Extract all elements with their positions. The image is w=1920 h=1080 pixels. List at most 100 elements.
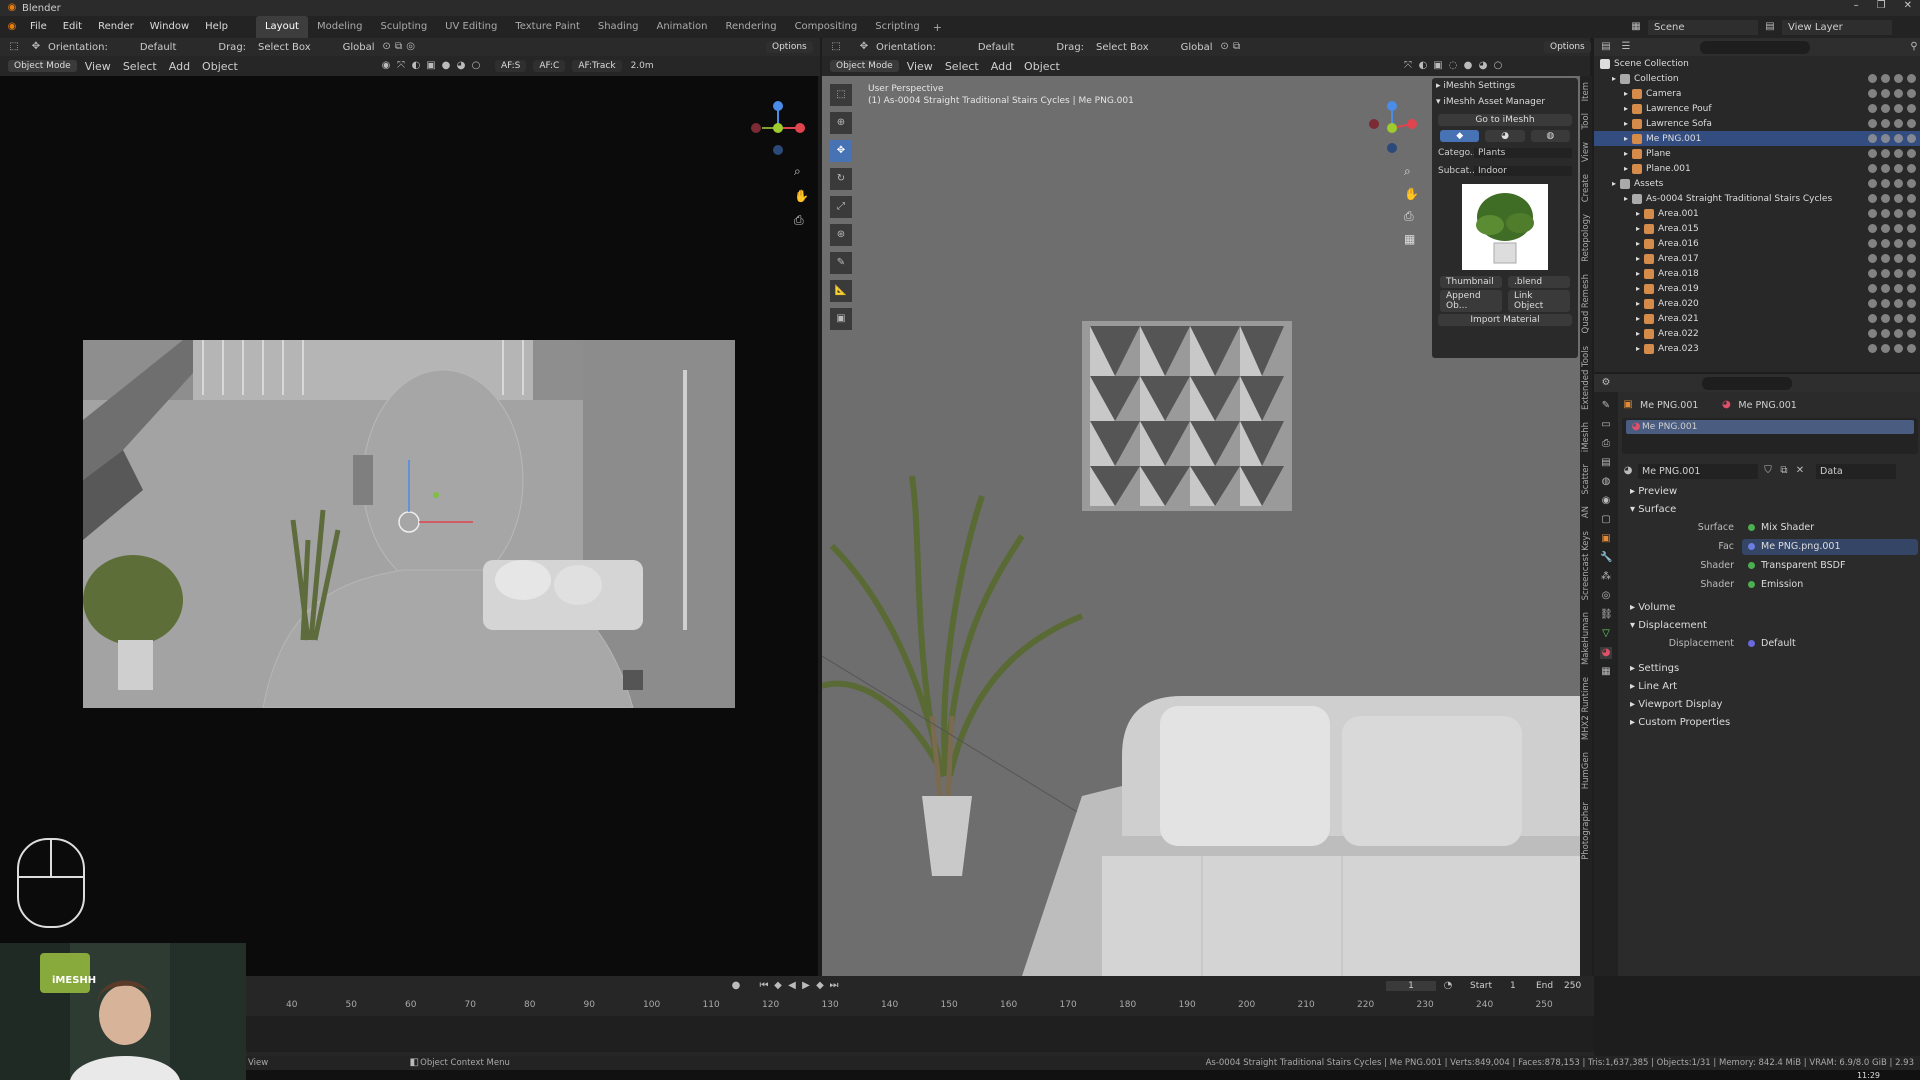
annotate-tool-icon[interactable]: ✎: [830, 252, 852, 274]
properties-editor-type-icon[interactable]: ⚙: [1600, 377, 1612, 389]
right-vp-menu-add[interactable]: Add: [985, 60, 1018, 73]
menu-window[interactable]: Window: [142, 16, 197, 38]
settings-section[interactable]: ▸ Settings: [1622, 659, 1918, 677]
xray-icon[interactable]: ▣: [425, 60, 437, 72]
particles-tab-icon[interactable]: ⁂: [1600, 571, 1612, 583]
expand-arrow-icon[interactable]: ▸: [1624, 194, 1628, 203]
jump-start-icon[interactable]: ⏮: [758, 980, 770, 992]
side-tab-an[interactable]: AN: [1581, 500, 1591, 524]
side-tab-mhx2-runtime[interactable]: MHX2 Runtime: [1581, 671, 1591, 746]
minimize-icon[interactable]: –: [1854, 0, 1859, 11]
record-icon[interactable]: ●: [730, 980, 742, 992]
outliner-row[interactable]: ▸ Area.015: [1594, 221, 1920, 236]
menu-help[interactable]: Help: [197, 16, 236, 38]
fac-field[interactable]: Me PNG.png.001: [1742, 538, 1918, 555]
right-mode-dropdown[interactable]: Object Mode: [830, 60, 899, 72]
visibility-toggles[interactable]: [1868, 224, 1916, 233]
left-3d-viewport[interactable]: ⌕ ✋ ⎙: [0, 76, 818, 976]
solid-shading-icon[interactable]: ●: [440, 60, 452, 72]
material-shading-icon[interactable]: ◕: [455, 60, 467, 72]
play-reverse-icon[interactable]: ◀: [786, 980, 798, 992]
expand-arrow-icon[interactable]: ▸: [1612, 179, 1616, 188]
transform-icon[interactable]: ✥: [30, 41, 42, 53]
outliner-row[interactable]: ▸ Area.016: [1594, 236, 1920, 251]
workspace-tab-texture-paint[interactable]: Texture Paint: [506, 16, 589, 38]
snap-icon-right[interactable]: ⧉: [1231, 41, 1243, 53]
world-tab-icon[interactable]: ◉: [1600, 495, 1612, 507]
expand-arrow-icon[interactable]: ▸: [1636, 209, 1640, 218]
outliner-row[interactable]: ▸ Plane: [1594, 146, 1920, 161]
right-3d-viewport[interactable]: User Perspective (1) As-0004 Straight Tr…: [822, 76, 1580, 976]
workspace-tab-shading[interactable]: Shading: [589, 16, 648, 38]
visibility-toggles[interactable]: [1868, 179, 1916, 188]
af-c-button[interactable]: AF:C: [533, 60, 566, 72]
outliner-row[interactable]: ▸ Area.017: [1594, 251, 1920, 266]
outliner-row[interactable]: ▸ Area.018: [1594, 266, 1920, 281]
timeline-ruler[interactable]: 40 50 60 70 80 90 100 110 120 130 140 150 160 170 180 1…: [246, 1000, 1594, 1014]
display-mode-icon[interactable]: ☰: [1620, 41, 1632, 53]
displacement-section[interactable]: ▾ Displacement: [1622, 616, 1918, 634]
thumbnail-button[interactable]: Thumbnail: [1440, 276, 1502, 288]
visibility-toggles[interactable]: [1868, 119, 1916, 128]
left-vp-menu-object[interactable]: Object: [196, 60, 244, 73]
menu-edit[interactable]: Edit: [55, 16, 90, 38]
select-tool-icon-right[interactable]: ⬚: [830, 41, 842, 53]
xray-toggle-icon[interactable]: ▣: [1432, 60, 1444, 72]
properties-search[interactable]: [1702, 376, 1792, 390]
outliner-row[interactable]: ▸ Lawrence Sofa: [1594, 116, 1920, 131]
expand-arrow-icon[interactable]: ▸: [1624, 119, 1628, 128]
preview-section[interactable]: ▸ Preview: [1622, 482, 1918, 500]
left-mode-dropdown[interactable]: Object Mode: [8, 60, 77, 72]
material-slot-item[interactable]: ◕ Me PNG.001: [1626, 420, 1914, 434]
overlay-toggle-icon[interactable]: ◐: [1417, 60, 1429, 72]
visibility-toggles[interactable]: [1868, 329, 1916, 338]
left-vp-menu-select[interactable]: Select: [117, 60, 163, 73]
measure-tool-icon[interactable]: 📐: [830, 280, 852, 302]
modifier-tab-icon[interactable]: 🔧: [1600, 552, 1612, 564]
visibility-toggles[interactable]: [1868, 89, 1916, 98]
visibility-toggles[interactable]: [1868, 239, 1916, 248]
scene-selector[interactable]: Scene: [1648, 19, 1758, 35]
outliner-search[interactable]: [1700, 40, 1810, 54]
side-tab-tool[interactable]: Tool: [1581, 107, 1591, 136]
visibility-toggles[interactable]: [1868, 134, 1916, 143]
materials-filter-button[interactable]: ◕: [1485, 130, 1525, 142]
workspace-tab-rendering[interactable]: Rendering: [716, 16, 785, 38]
menu-render[interactable]: Render: [90, 16, 142, 38]
expand-arrow-icon[interactable]: ▸: [1612, 74, 1616, 83]
outliner-row[interactable]: ▸ Lawrence Pouf: [1594, 101, 1920, 116]
go-to-imeshh-button[interactable]: Go to iMeshh: [1438, 114, 1572, 126]
workspace-tab-scripting[interactable]: Scripting: [866, 16, 928, 38]
view-object-types-icon[interactable]: ◉: [380, 60, 392, 72]
outliner-row[interactable]: ▸ Area.020: [1594, 296, 1920, 311]
duplicate-material-icon[interactable]: ⧉: [1778, 465, 1790, 477]
viewport-display-section[interactable]: ▸ Viewport Display: [1622, 695, 1918, 713]
outliner-row[interactable]: ▸ Plane.001: [1594, 161, 1920, 176]
rotate-tool-icon[interactable]: ↻: [830, 168, 852, 190]
side-tab-photographer[interactable]: Photographer: [1581, 796, 1591, 866]
drag-dropdown[interactable]: Select Box: [252, 42, 317, 53]
transform-tool-icon[interactable]: ⊛: [830, 224, 852, 246]
render-tab-icon[interactable]: ▭: [1600, 419, 1612, 431]
outliner-editor-type-icon[interactable]: ▤: [1600, 41, 1612, 53]
expand-arrow-icon[interactable]: ▸: [1636, 254, 1640, 263]
add-cube-tool-icon[interactable]: ▣: [830, 308, 852, 330]
physics-tab-icon[interactable]: ◎: [1600, 590, 1612, 602]
tool-tab-icon[interactable]: ✎: [1600, 400, 1612, 412]
solid-shading-icon-right[interactable]: ●: [1462, 60, 1474, 72]
scale-tool-icon[interactable]: ⤢: [830, 196, 852, 218]
cursor-tool-icon[interactable]: ⊕: [830, 112, 852, 134]
expand-arrow-icon[interactable]: ▸: [1636, 224, 1640, 233]
outliner-row[interactable]: ▸ Area.022: [1594, 326, 1920, 341]
menu-file[interactable]: File: [22, 16, 55, 38]
volume-section[interactable]: ▸ Volume: [1622, 598, 1918, 616]
end-frame-field[interactable]: 250: [1564, 981, 1581, 991]
wireframe-shading-icon[interactable]: ◌: [1447, 60, 1459, 72]
blender-menu-icon[interactable]: ◉: [6, 21, 18, 33]
side-tab-scatter[interactable]: Scatter: [1581, 458, 1591, 501]
visibility-toggles[interactable]: [1868, 284, 1916, 293]
expand-arrow-icon[interactable]: ▸: [1636, 314, 1640, 323]
af-track-button[interactable]: AF:Track: [572, 60, 622, 72]
append-object-button[interactable]: Append Ob...: [1440, 290, 1502, 312]
outliner-row[interactable]: ▸ Me PNG.001: [1594, 131, 1920, 146]
